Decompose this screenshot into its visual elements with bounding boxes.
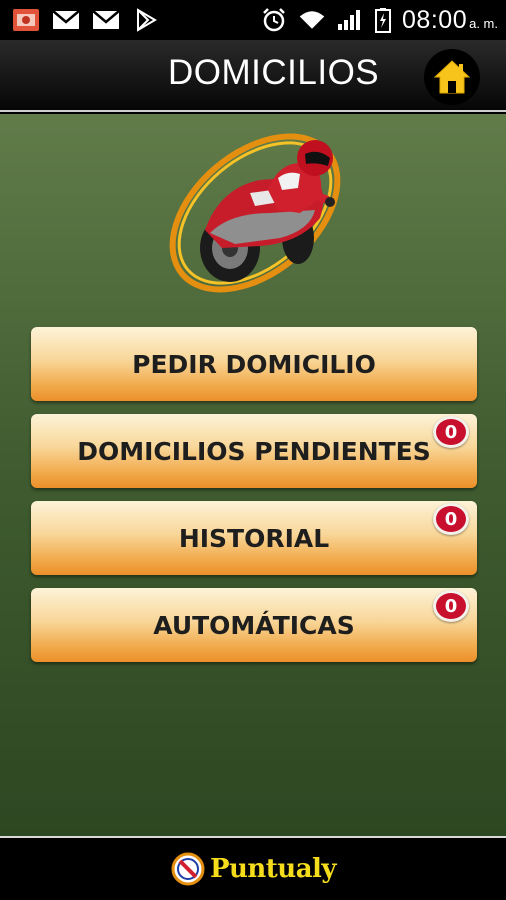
pedir-domicilio-button[interactable]: PEDIR DOMICILIO — [31, 327, 477, 401]
alarm-icon — [260, 8, 288, 32]
signal-icon — [336, 8, 364, 32]
play-store-icon — [132, 8, 160, 32]
automaticas-button[interactable]: AUTOMÁTICAS 0 — [31, 588, 477, 662]
main-content: PEDIR DOMICILIO DOMICILIOS PENDIENTES 0 … — [0, 114, 506, 836]
wifi-icon — [298, 8, 326, 32]
footer-brand-bar: Puntualy — [0, 836, 506, 900]
brand-name: Puntualy — [209, 854, 337, 884]
puntualy-logo-icon — [171, 852, 205, 886]
pendientes-count-badge: 0 — [433, 416, 469, 448]
battery-icon — [374, 8, 392, 33]
gmail-icon — [92, 8, 120, 32]
page-title: DOMICILIOS — [168, 53, 380, 92]
domicilios-pendientes-label: DOMICILIOS PENDIENTES — [77, 436, 431, 466]
app-header: DOMICILIOS — [0, 40, 506, 112]
historial-count-badge: 0 — [433, 503, 469, 535]
automaticas-count-badge: 0 — [433, 590, 469, 622]
home-icon — [433, 60, 471, 94]
domicilios-pendientes-button[interactable]: DOMICILIOS PENDIENTES 0 — [31, 414, 477, 488]
historial-button[interactable]: HISTORIAL 0 — [31, 501, 477, 575]
status-time: 08:00 — [402, 5, 468, 34]
status-bar: 08:00 a. m. — [0, 0, 506, 40]
photo-notification-icon — [12, 8, 40, 32]
historial-label: HISTORIAL — [178, 523, 330, 553]
status-ampm: a. m. — [469, 15, 498, 31]
automaticas-label: AUTOMÁTICAS — [153, 610, 355, 640]
pedir-domicilio-label: PEDIR DOMICILIO — [132, 349, 376, 379]
motorcycle-courier-logo — [150, 118, 360, 302]
home-button[interactable] — [424, 49, 480, 105]
gmail-icon — [52, 8, 80, 32]
